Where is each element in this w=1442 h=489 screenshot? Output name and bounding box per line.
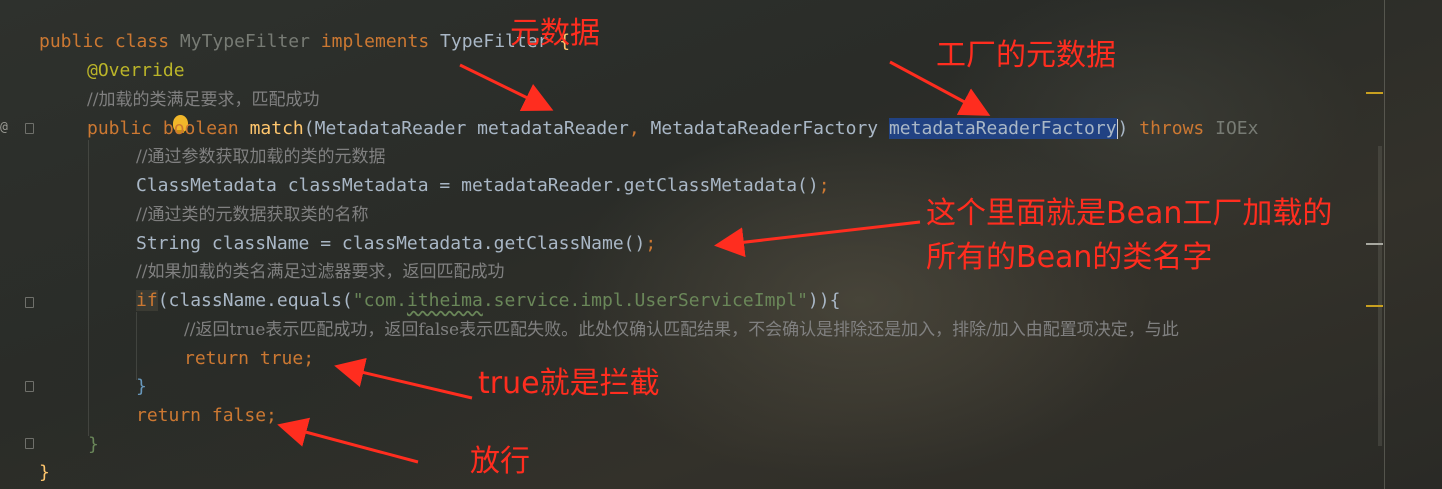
arrow-true	[334, 357, 473, 400]
annotation-bean-names-line1: 这个里面就是Bean工厂加载的	[926, 196, 1333, 231]
arrow-metadata	[459, 63, 554, 111]
annotation-metadata: 元数据	[510, 16, 600, 51]
arrow-classname	[714, 220, 921, 258]
annotation-release: 放行	[470, 444, 530, 479]
annotation-true-intercept: true就是拦截	[478, 366, 660, 401]
annotation-bean-names-line2: 所有的Bean的类名字	[926, 240, 1213, 275]
arrow-false	[277, 417, 419, 464]
annotation-arrows	[277, 60, 991, 464]
annotation-factory-metadata: 工厂的元数据	[936, 38, 1116, 73]
